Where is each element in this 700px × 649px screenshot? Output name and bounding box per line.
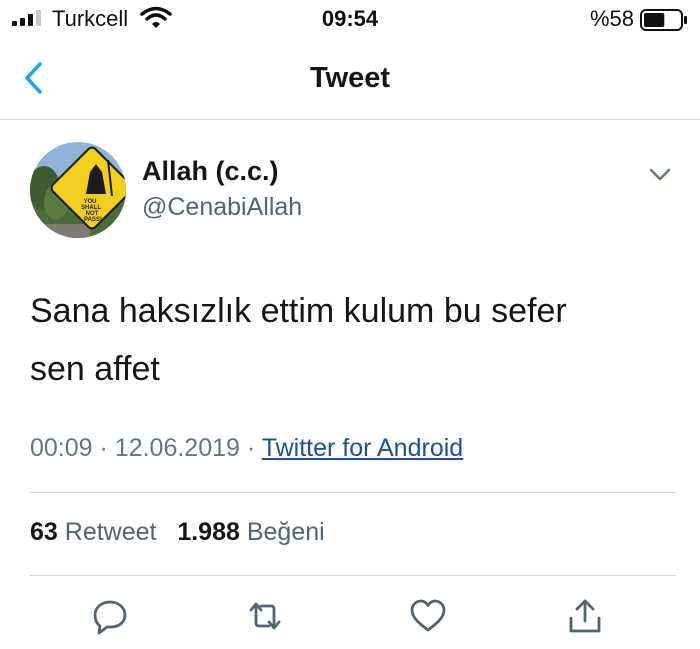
retweet-icon — [249, 602, 281, 630]
share-icon — [569, 599, 601, 633]
likes-stat[interactable]: 1.988 Beğeni — [177, 518, 324, 546]
status-bar: Turkcell 09:54 %58 — [0, 0, 700, 40]
tweet-meta: 00:09 · 12.06.2019 · Twitter for Android — [30, 434, 463, 463]
avatar[interactable]: YOU SHALL NOT PASS! — [30, 142, 126, 238]
tweet-time: 00:09 — [30, 434, 93, 462]
battery-percentage: %58 — [589, 6, 634, 31]
retweets-stat[interactable]: 63 Retweet — [30, 518, 156, 546]
more-options-button[interactable] — [645, 160, 675, 188]
divider — [30, 492, 676, 493]
retweet-button[interactable] — [245, 596, 285, 636]
tweet-stats: 63 Retweet 1.988 Beğeni — [30, 518, 325, 547]
page-title: Tweet — [309, 62, 391, 94]
meta-separator-1: · — [99, 434, 108, 462]
meta-separator-2: · — [246, 434, 256, 462]
retweet-label: Retweet — [64, 518, 157, 546]
nav-bar: Tweet — [0, 40, 700, 120]
tweet-text-line-2: sen affet — [30, 350, 160, 388]
reply-icon — [93, 600, 127, 635]
avatar-image: YOU SHALL NOT PASS! — [30, 142, 126, 238]
tweet-source-link[interactable]: Twitter for Android — [262, 434, 463, 462]
avatar-sign-text-4: PASS! — [84, 217, 102, 223]
battery-icon — [640, 9, 687, 31]
like-count: 1.988 — [177, 518, 240, 546]
divider — [30, 575, 676, 576]
reply-button[interactable] — [90, 596, 130, 636]
tweet-text-line-1: Sana haksızlık ettim kulum bu sefer — [30, 292, 567, 330]
like-button[interactable] — [408, 596, 448, 636]
author-name[interactable]: Allah (c.c.) — [142, 156, 279, 187]
tweet-date: 12.06.2019 — [114, 434, 240, 462]
retweet-count: 63 — [30, 518, 58, 546]
chevron-down-icon — [649, 168, 671, 181]
heart-icon — [410, 599, 446, 632]
author-handle[interactable]: @CenabiAllah — [142, 193, 302, 222]
like-label: Beğeni — [246, 518, 325, 546]
share-button[interactable] — [565, 596, 605, 636]
tweet-text: Sana haksızlık ettim kulum bu sefer sen … — [30, 282, 670, 398]
